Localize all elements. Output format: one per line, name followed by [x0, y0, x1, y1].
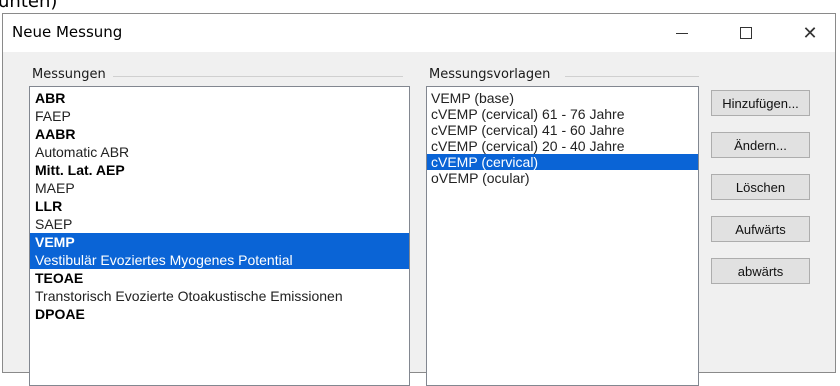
minimize-button[interactable]	[659, 14, 705, 52]
move-down-button[interactable]: abwärts	[711, 258, 810, 284]
measurements-group-label: Messungen	[32, 67, 110, 82]
measurements-group-line	[113, 76, 403, 77]
move-up-button[interactable]: Aufwärts	[711, 216, 810, 242]
measurement-list-item[interactable]: FAEP	[30, 107, 409, 125]
measurement-list-item[interactable]: LLR	[30, 197, 409, 215]
templates-list[interactable]: VEMP (base) cVEMP (cervical) 61 - 76 Jahr…	[426, 86, 699, 386]
dialog-title: Neue Messung	[12, 23, 123, 41]
close-button[interactable]: ✕	[787, 14, 833, 52]
background-window-fragment: unten)	[0, 0, 840, 14]
maximize-icon	[740, 27, 752, 39]
background-text-fragment: unten)	[0, 0, 58, 12]
maximize-button[interactable]	[723, 14, 769, 52]
new-measurement-dialog: Neue Messung ✕ Messungen ABR FAEP AABR Auto…	[2, 13, 836, 386]
template-list-item[interactable]: cVEMP (cervical) 61 - 76 Jahre	[427, 106, 698, 122]
measurement-list-item[interactable]: Mitt. Lat. AEP	[30, 161, 409, 179]
add-button[interactable]: Hinzufügen...	[711, 90, 810, 116]
template-list-item[interactable]: oVEMP (ocular)	[427, 170, 698, 186]
measurement-list-item[interactable]: ABR	[30, 89, 409, 107]
delete-button[interactable]: Löschen	[711, 174, 810, 200]
measurement-list-item[interactable]: VEMP	[30, 233, 409, 251]
templates-group-line	[565, 76, 699, 77]
measurement-list-item[interactable]: TEOAE	[30, 269, 409, 287]
template-list-item[interactable]: cVEMP (cervical) 20 - 40 Jahre	[427, 138, 698, 154]
measurement-list-item[interactable]: Vestibulär Evoziertes Myogenes Potential	[30, 251, 409, 269]
measurement-list-item[interactable]: Automatic ABR	[30, 143, 409, 161]
measurement-list-item[interactable]: Transtorisch Evozierte Otoakustische Emi…	[30, 287, 409, 305]
edit-button[interactable]: Ändern...	[711, 132, 810, 158]
measurement-list-item[interactable]: MAEP	[30, 179, 409, 197]
minimize-icon	[676, 32, 688, 34]
templates-group-label: Messungsvorlagen	[429, 67, 555, 82]
measurement-list-item[interactable]: SAEP	[30, 215, 409, 233]
template-list-item[interactable]: cVEMP (cervical)	[427, 154, 698, 170]
measurements-list[interactable]: ABR FAEP AABR Automatic ABR Mitt. Lat. AEP MA…	[29, 86, 410, 386]
title-bar: Neue Messung ✕	[3, 14, 835, 52]
measurement-list-item[interactable]: DPOAE	[30, 305, 409, 323]
template-list-item[interactable]: cVEMP (cervical) 41 - 60 Jahre	[427, 122, 698, 138]
close-icon: ✕	[802, 22, 818, 44]
template-list-item[interactable]: VEMP (base)	[427, 90, 698, 106]
measurement-list-item[interactable]: AABR	[30, 125, 409, 143]
